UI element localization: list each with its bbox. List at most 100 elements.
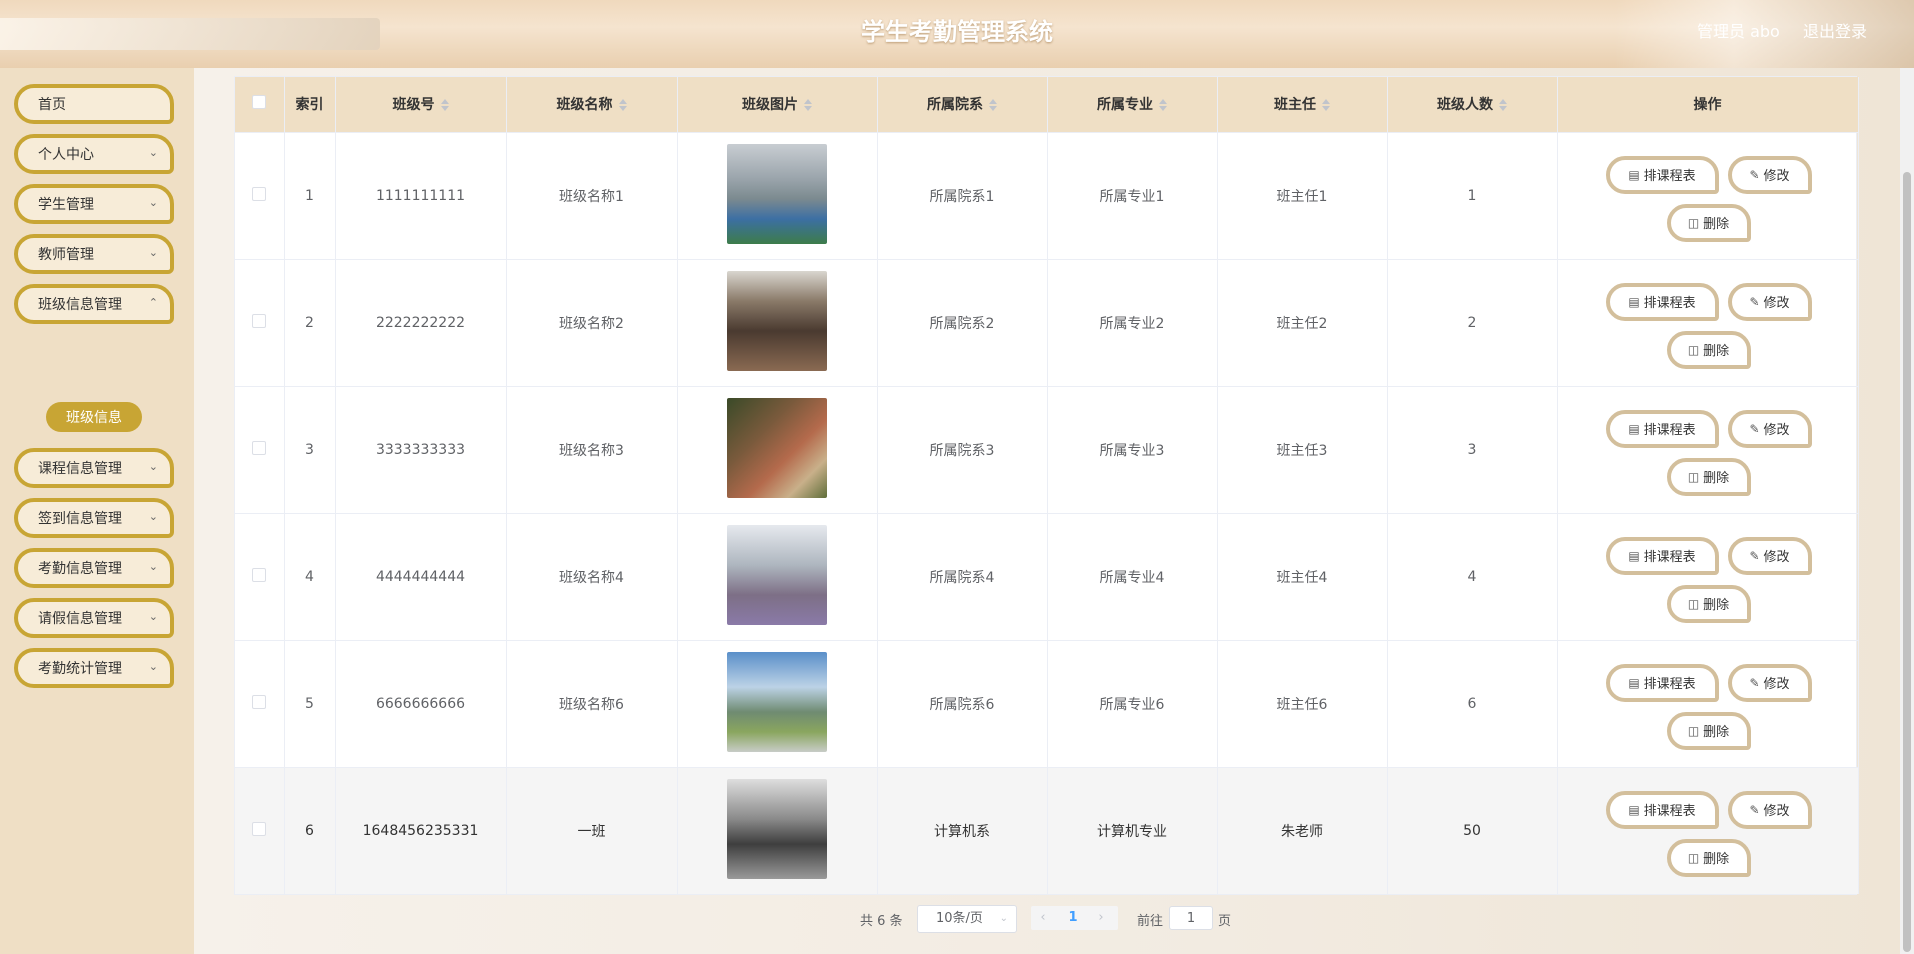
row-actions: ▤ 排课程表 ✎ 修改 ◫ 删除	[1559, 781, 1857, 881]
column-header-head-teacher[interactable]: 班主任	[1217, 77, 1388, 132]
sidebar-item-course-management[interactable]: 课程信息管理 ⌄	[14, 448, 174, 488]
sidebar-item-home[interactable]: 首页	[14, 84, 174, 124]
schedule-button-label: 排课程表	[1643, 169, 1696, 184]
delete-button[interactable]: ◫ 删除	[1666, 584, 1751, 623]
row-select-cell[interactable]	[235, 639, 285, 767]
row-checkbox[interactable]	[252, 694, 267, 709]
pagination-total: 共 6 条	[860, 914, 903, 929]
sort-icon[interactable]	[804, 99, 812, 112]
column-header-class-size[interactable]: 班级人数	[1387, 77, 1558, 132]
edit-button[interactable]: ✎ 修改	[1727, 790, 1812, 829]
edit-button[interactable]: ✎ 修改	[1727, 663, 1812, 702]
logout-button[interactable]: 退出登录	[1803, 18, 1867, 42]
delete-button[interactable]: ◫ 删除	[1666, 457, 1751, 496]
row-checkbox[interactable]	[252, 821, 267, 836]
schedule-button[interactable]: ▤ 排课程表	[1605, 663, 1719, 702]
sort-icon[interactable]	[618, 99, 627, 112]
scrollbar-thumb[interactable]	[1903, 172, 1911, 952]
sidebar-item-class-management[interactable]: 班级信息管理 ⌃	[14, 284, 174, 324]
page-size-select[interactable]: 10条/页 ⌄	[917, 905, 1017, 933]
column-header-class-image[interactable]: 班级图片	[677, 77, 878, 132]
sidebar-item-label: 学生管理	[38, 197, 94, 213]
delete-button-label: 删除	[1703, 725, 1730, 740]
row-checkbox[interactable]	[252, 186, 267, 201]
sort-icon[interactable]	[440, 99, 449, 112]
sort-icon[interactable]	[1159, 99, 1167, 112]
row-select-cell[interactable]	[235, 766, 285, 894]
sidebar-item-attendance-stats[interactable]: 考勤统计管理 ⌄	[14, 648, 174, 688]
row-checkbox[interactable]	[252, 567, 267, 582]
sidebar-item-attendance-management[interactable]: 考勤信息管理 ⌄	[14, 548, 174, 588]
cell-class-size: 1	[1387, 131, 1558, 259]
sort-icon[interactable]	[1322, 99, 1330, 112]
edit-button[interactable]: ✎ 修改	[1727, 536, 1812, 575]
class-image-thumbnail[interactable]	[727, 651, 827, 752]
table-row: 5 6666666666 班级名称6 所属院系6 所属专业6 班主任6 6 ▤ 排…	[235, 639, 1859, 767]
schedule-button[interactable]: ▤ 排课程表	[1605, 536, 1719, 575]
next-page-button[interactable]: ›	[1090, 906, 1112, 930]
select-all-checkbox[interactable]	[252, 95, 267, 110]
prev-page-button[interactable]: ‹	[1032, 906, 1054, 930]
sidebar-item-teacher-management[interactable]: 教师管理 ⌄	[14, 234, 174, 274]
page-number-current[interactable]: 1	[1060, 906, 1086, 930]
cell-major: 所属专业2	[1047, 258, 1218, 386]
sidebar-item-student-management[interactable]: 学生管理 ⌄	[14, 184, 174, 224]
edit-button[interactable]: ✎ 修改	[1727, 155, 1812, 194]
sidebar-item-label: 请假信息管理	[38, 611, 122, 627]
sort-icon[interactable]	[1499, 99, 1507, 112]
delete-button[interactable]: ◫ 删除	[1666, 330, 1751, 369]
chevron-down-icon: ⌄	[148, 146, 158, 159]
column-header-class-name[interactable]: 班级名称	[506, 77, 678, 132]
sidebar: 首页 个人中心 ⌄ 学生管理 ⌄ 教师管理 ⌄ 班级信息管理 ⌃ 班级信息 课程…	[0, 68, 194, 954]
cell-class-size: 4	[1387, 512, 1558, 640]
row-select-cell[interactable]	[235, 385, 285, 513]
delete-button[interactable]: ◫ 删除	[1666, 838, 1751, 877]
document-icon: ▤	[1628, 675, 1640, 690]
trash-icon: ◫	[1687, 215, 1700, 230]
schedule-button[interactable]: ▤ 排课程表	[1605, 282, 1719, 321]
column-header-label: 班级图片	[742, 97, 798, 114]
chevron-down-icon: ⌄	[148, 460, 158, 473]
class-image-thumbnail[interactable]	[727, 778, 827, 879]
column-header-class-no[interactable]: 班级号	[335, 77, 507, 132]
sidebar-item-personal-center[interactable]: 个人中心 ⌄	[14, 134, 174, 174]
class-image-thumbnail[interactable]	[727, 524, 827, 625]
cell-class-size: 3	[1387, 385, 1558, 513]
row-checkbox[interactable]	[252, 313, 267, 328]
delete-button[interactable]: ◫ 删除	[1666, 711, 1751, 750]
sidebar-item-leave-management[interactable]: 请假信息管理 ⌄	[14, 598, 174, 638]
document-icon: ▤	[1628, 294, 1640, 309]
class-image-thumbnail[interactable]	[727, 397, 827, 498]
goto-page-input[interactable]	[1169, 906, 1213, 930]
sidebar-item-checkin-management[interactable]: 签到信息管理 ⌄	[14, 498, 174, 538]
cell-head-teacher: 班主任2	[1217, 258, 1388, 386]
edit-button[interactable]: ✎ 修改	[1727, 409, 1812, 448]
schedule-button[interactable]: ▤ 排课程表	[1605, 409, 1719, 448]
schedule-button[interactable]: ▤ 排课程表	[1605, 155, 1719, 194]
class-image-thumbnail[interactable]	[727, 143, 827, 244]
edit-button-label: 修改	[1763, 804, 1790, 820]
sort-icon[interactable]	[989, 99, 997, 112]
header-select-all[interactable]	[235, 77, 285, 132]
delete-button-label: 删除	[1703, 598, 1730, 613]
class-image-thumbnail[interactable]	[727, 270, 827, 371]
delete-button[interactable]: ◫ 删除	[1666, 203, 1751, 242]
row-select-cell[interactable]	[235, 258, 285, 386]
page-size-value: 10条/页	[936, 911, 983, 926]
delete-button-label: 删除	[1703, 217, 1730, 232]
cell-class-image	[677, 258, 878, 386]
page-scrollbar[interactable]	[1900, 68, 1914, 954]
chevron-down-icon: ⌄	[148, 510, 158, 523]
row-select-cell[interactable]	[235, 512, 285, 640]
schedule-button[interactable]: ▤ 排课程表	[1605, 790, 1719, 829]
column-header-department[interactable]: 所属院系	[877, 77, 1048, 132]
cell-index: 4	[284, 512, 336, 640]
row-select-cell[interactable]	[235, 131, 285, 259]
chevron-up-icon: ⌃	[148, 296, 158, 309]
column-header-major[interactable]: 所属专业	[1047, 77, 1218, 132]
cell-class-image	[677, 131, 878, 259]
cell-department: 所属院系1	[877, 131, 1048, 259]
edit-button[interactable]: ✎ 修改	[1727, 282, 1812, 321]
row-checkbox[interactable]	[252, 440, 267, 455]
sidebar-subitem-class-info[interactable]: 班级信息	[46, 402, 142, 432]
